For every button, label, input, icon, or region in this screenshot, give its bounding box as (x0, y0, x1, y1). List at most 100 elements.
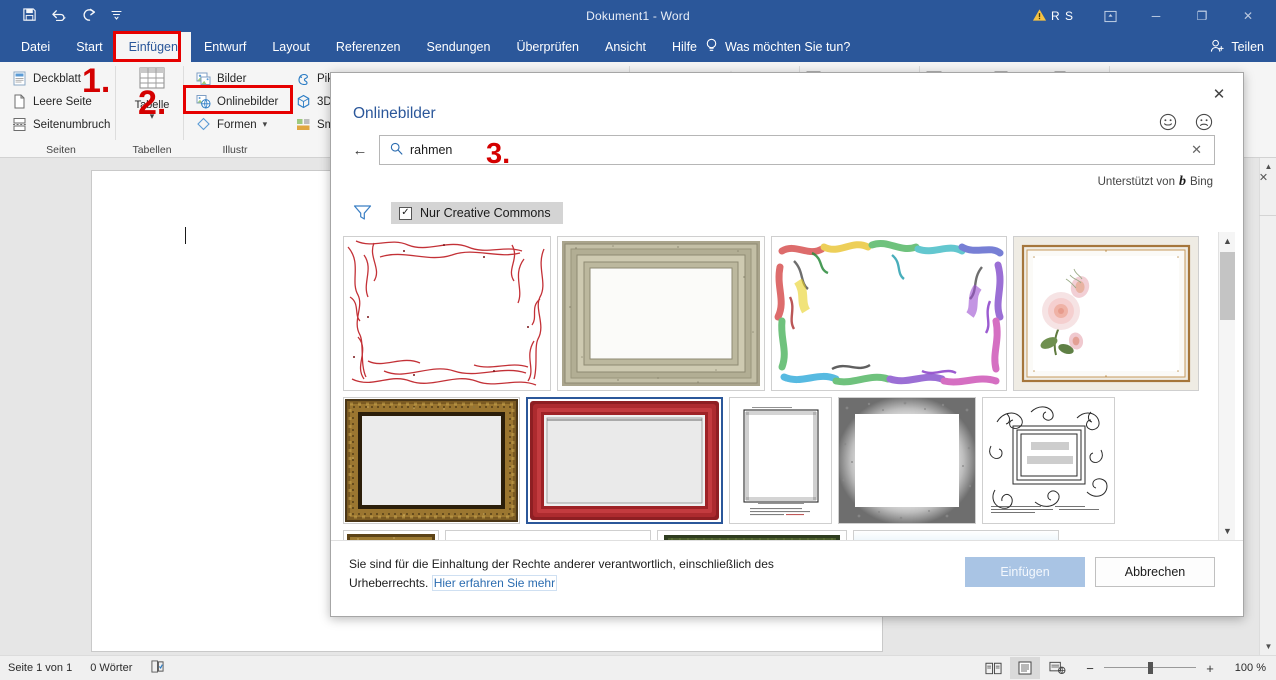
result-thumbnail[interactable] (526, 397, 723, 524)
creative-commons-filter[interactable]: ✓ Nur Creative Commons (391, 202, 563, 224)
silver-ornate-frame-image (558, 237, 764, 390)
result-thumbnail[interactable] (557, 236, 765, 391)
chevron-down-icon[interactable]: ▾ (263, 119, 268, 130)
group-label-seiten: Seiten (6, 144, 116, 156)
bilder-button[interactable]: Bilder (192, 67, 250, 90)
clear-search-icon[interactable]: ✕ (1187, 142, 1206, 158)
learn-more-link[interactable]: Hier erfahren Sie mehr (432, 575, 557, 591)
dialog-footer: Sie sind für die Einhaltung der Rechte a… (331, 540, 1243, 616)
result-thumbnail[interactable] (343, 530, 439, 540)
zoom-control: − + (1084, 661, 1216, 676)
chevron-down-icon[interactable]: ▾ (121, 111, 183, 122)
deckblatt-label: Deckblatt (33, 73, 81, 85)
proofing-icon[interactable] (150, 660, 165, 676)
tab-einfuegen[interactable]: Einfügen (116, 32, 191, 62)
back-arrow-icon[interactable]: ← (349, 138, 371, 162)
result-thumbnail[interactable] (1013, 236, 1199, 391)
scroll-down-arrow[interactable]: ▼ (1260, 638, 1276, 655)
tell-me-search[interactable]: Was möchten Sie tun? (705, 32, 850, 62)
insert-button[interactable]: Einfügen (965, 557, 1085, 587)
tab-referenzen[interactable]: Referenzen (323, 32, 414, 62)
tab-start[interactable]: Start (63, 32, 115, 62)
result-thumbnail[interactable] (343, 397, 520, 524)
result-thumbnail[interactable] (853, 530, 1059, 540)
formen-button[interactable]: Formen ▾ (192, 113, 271, 136)
close-pane-icon[interactable]: ✕ (1255, 169, 1272, 186)
page-indicator[interactable]: Seite 1 von 1 (8, 662, 72, 674)
creative-commons-label: Nur Creative Commons (420, 206, 551, 220)
creative-commons-checkbox[interactable]: ✓ (399, 207, 412, 220)
zoom-out-button[interactable]: − (1084, 661, 1096, 676)
seitenumbruch-button[interactable]: Seitenumbruch (8, 113, 114, 136)
print-layout-icon[interactable] (1010, 657, 1040, 679)
cover-page-icon (12, 71, 27, 86)
onlinebilder-button[interactable]: Onlinebilder (192, 90, 282, 113)
user-initials[interactable]: R S (1051, 9, 1074, 23)
blank-page-icon (12, 94, 27, 109)
leere-seite-button[interactable]: Leere Seite (8, 90, 96, 113)
cancel-button[interactable]: Abbrechen (1095, 557, 1215, 587)
status-left: Seite 1 von 1 0 Wörter (0, 660, 165, 676)
results-scroll-up-arrow[interactable]: ▲ (1219, 232, 1236, 250)
tabelle-label: Tabelle (121, 99, 183, 111)
result-thumbnail[interactable] (771, 236, 1007, 391)
red-scribble-frame-image (344, 237, 550, 390)
filter-funnel-icon[interactable] (353, 204, 371, 222)
ribbon-tab-bar: Datei Start Einfügen Entwurf Layout Refe… (0, 32, 1276, 62)
result-thumbnail[interactable] (445, 530, 651, 540)
icons-icon (296, 71, 311, 86)
results-vertical-scrollbar[interactable]: ▲ ▼ (1218, 232, 1235, 540)
result-thumbnail[interactable] (343, 236, 551, 391)
powered-by-label: Unterstützt von (1098, 176, 1175, 188)
online-pictures-dialog: ✕ Onlinebilder ← rahmen ✕ (330, 72, 1244, 617)
tab-sendungen[interactable]: Sendungen (414, 32, 504, 62)
search-row: ← rahmen ✕ (331, 123, 1243, 165)
result-thumbnail[interactable] (982, 397, 1115, 524)
results-grid-container (331, 232, 1218, 540)
results-wrapper: ▲ ▼ (331, 232, 1243, 540)
result-thumbnail[interactable] (838, 397, 976, 524)
smile-icon[interactable] (1159, 113, 1177, 131)
tab-ansicht[interactable]: Ansicht (592, 32, 659, 62)
zoom-in-button[interactable]: + (1204, 661, 1216, 676)
minimize-button[interactable]: ─ (1134, 0, 1178, 32)
grey-grunge-border-image (839, 398, 975, 523)
share-button[interactable]: Teilen (1210, 32, 1264, 62)
deckblatt-button[interactable]: Deckblatt (8, 67, 85, 90)
web-layout-icon[interactable] (1042, 657, 1072, 679)
restore-button[interactable]: ❐ (1180, 0, 1224, 32)
results-scroll-thumb[interactable] (1220, 252, 1235, 320)
blue-lace-border-image (446, 531, 650, 540)
search-box[interactable]: rahmen ✕ (379, 135, 1215, 165)
dialog-title: Onlinebilder (353, 105, 1215, 123)
word-count[interactable]: 0 Wörter (90, 662, 132, 674)
tab-hilfe[interactable]: Hilfe (659, 32, 710, 62)
tab-ueberpruefen[interactable]: Überprüfen (503, 32, 592, 62)
tabelle-button[interactable]: Tabelle ▾ (121, 66, 183, 122)
table-icon (121, 66, 183, 101)
tell-me-label: Was möchten Sie tun? (725, 40, 850, 54)
ribbon-display-options-icon[interactable] (1088, 0, 1132, 32)
ribbon-group-seiten: Deckblatt Leere Seite Seitenumbruch Seit… (6, 62, 116, 158)
tab-layout[interactable]: Layout (259, 32, 323, 62)
close-button[interactable]: ✕ (1226, 0, 1270, 32)
read-mode-icon[interactable] (978, 657, 1008, 679)
group-separator (115, 66, 116, 140)
results-grid (343, 236, 1212, 540)
result-thumbnail[interactable] (657, 530, 847, 540)
tab-datei[interactable]: Datei (8, 32, 63, 62)
frown-icon[interactable] (1195, 113, 1213, 131)
dialog-header: Onlinebilder (331, 73, 1243, 123)
results-scroll-down-arrow[interactable]: ▼ (1219, 522, 1236, 540)
document-vertical-scrollbar[interactable]: ▲ ▼ (1259, 158, 1276, 655)
zoom-slider[interactable] (1104, 661, 1196, 675)
formen-label: Formen (217, 119, 257, 131)
zoom-slider-thumb[interactable] (1148, 662, 1153, 674)
gold-portrait-frame-image (344, 531, 438, 540)
result-thumbnail[interactable] (729, 397, 832, 524)
search-input[interactable]: rahmen (410, 143, 1187, 157)
tab-entwurf[interactable]: Entwurf (191, 32, 259, 62)
rights-notice: Sie sind für die Einhaltung der Rechte a… (349, 555, 774, 592)
lightbulb-icon (705, 38, 718, 56)
zoom-level[interactable]: 100 % (1226, 662, 1266, 674)
